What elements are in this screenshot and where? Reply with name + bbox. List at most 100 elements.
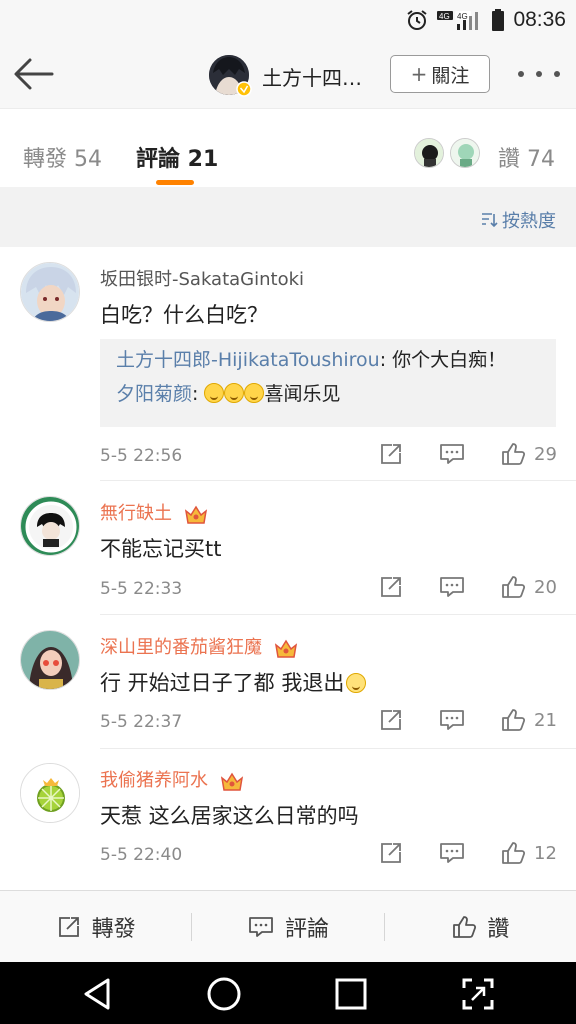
like-button[interactable]: 29 (500, 441, 557, 467)
like-count: 21 (534, 709, 557, 731)
commenter-name[interactable]: 深山里的番茄酱狂魔 (100, 633, 298, 659)
sort-by-hot-button[interactable]: 按熱度 (480, 207, 556, 233)
comment-icon[interactable] (438, 707, 466, 733)
tab-comment[interactable]: 評論 21 (136, 141, 218, 173)
comment-text: 行 开始过日子了都 我退出 (100, 667, 367, 697)
comment-text: 白吃？什么白吃？ (100, 303, 268, 327)
comment-icon (249, 916, 273, 937)
network-2-label: 4G (457, 12, 468, 21)
like-button[interactable]: 20 (500, 574, 557, 600)
dot-icon (536, 71, 542, 77)
repost-icon[interactable] (378, 707, 404, 733)
bottom-repost-label: 轉發 (91, 916, 136, 942)
divider (100, 748, 576, 749)
thumbs-up-icon (502, 443, 526, 465)
liker-avatar (450, 138, 480, 168)
battery-icon (492, 9, 505, 31)
like-count: 20 (534, 576, 557, 598)
recents-square-icon[interactable] (331, 974, 371, 1014)
tab-likes[interactable]: 讚 74 (498, 141, 555, 173)
sort-label: 按熱度 (502, 211, 556, 232)
more-options-button[interactable] (518, 62, 560, 86)
smile-emoji-icon (224, 383, 245, 403)
repost-icon[interactable] (378, 441, 404, 467)
bottom-action-bar: 轉發 評論 讚 (0, 890, 576, 962)
dot-icon (518, 71, 524, 77)
back-triangle-icon[interactable] (78, 974, 118, 1014)
liker-avatar (414, 138, 444, 168)
divider (100, 614, 576, 615)
commenter-name[interactable]: 我偷猪养阿水 (100, 766, 244, 792)
nav-title[interactable]: 土方十四… (262, 62, 362, 91)
like-button[interactable]: 12 (500, 840, 557, 866)
back-arrow-icon (14, 58, 54, 90)
signal-icon: 4G 4G (437, 11, 479, 30)
repost-icon[interactable] (378, 574, 404, 600)
follow-button[interactable]: + 關注 (390, 55, 490, 93)
comment-icon[interactable] (438, 441, 466, 467)
repost-icon[interactable] (378, 840, 404, 866)
smile-emoji-icon (244, 383, 265, 403)
reply-tail: 喜闻乐见 (264, 383, 341, 405)
active-tab-indicator (156, 180, 194, 185)
like-button[interactable]: 21 (500, 707, 557, 733)
reply-user[interactable]: 夕阳菊颜 (116, 383, 192, 405)
tab-repost[interactable]: 轉發 54 (23, 141, 102, 173)
smile-emoji-icon (204, 383, 225, 403)
reply-user[interactable]: 土方十四郎-HijikataToushirou (116, 349, 380, 371)
commenter-avatar[interactable] (20, 262, 80, 322)
bottom-comment-label: 評論 (284, 916, 329, 942)
divider (100, 480, 576, 481)
thumbs-up-icon (502, 709, 526, 731)
screenshot-expand-icon[interactable] (458, 974, 498, 1014)
reply-line: 夕阳菊颜: 喜闻乐见 (116, 377, 340, 411)
commenter-avatar[interactable] (20, 630, 80, 690)
sort-row: 按熱度 (0, 187, 576, 247)
comment-time: 5-5 22:40 (100, 845, 183, 865)
thumbs-up-icon (502, 576, 526, 598)
like-count: 29 (534, 443, 557, 465)
comment-icon[interactable] (438, 840, 466, 866)
reply-text: : 你个大白痴！ (379, 349, 507, 371)
status-time: 08:36 (513, 8, 566, 31)
follow-label: 關注 (431, 64, 470, 87)
plus-icon: + (410, 62, 428, 86)
alarm-icon (407, 10, 428, 30)
reply-line: 土方十四郎-HijikataToushirou: 你个大白痴！ (116, 343, 506, 377)
bottom-comment-button[interactable]: 評論 (192, 911, 383, 943)
member-crown-icon (274, 639, 297, 658)
back-button[interactable] (12, 54, 56, 94)
reply-text: : (192, 383, 205, 405)
home-circle-icon[interactable] (204, 974, 244, 1014)
commenter-name-text: 我偷猪养阿水 (100, 770, 208, 791)
comment-text: 不能忘记买tt (100, 537, 222, 561)
tab-bar: 轉發 54 評論 21 讚 74 (0, 108, 576, 186)
comment-icon[interactable] (438, 574, 466, 600)
reply-box[interactable]: 土方十四郎-HijikataToushirou: 你个大白痴！ 夕阳菊颜: 喜闻… (100, 339, 556, 427)
comment-text-body: 行 开始过日子了都 我退出 (100, 671, 345, 695)
thumbs-up-icon (453, 915, 477, 938)
bottom-like-label: 讚 (487, 916, 510, 942)
verified-badge-icon (236, 81, 252, 97)
comment-time: 5-5 22:37 (100, 712, 183, 732)
commenter-avatar[interactable] (20, 763, 80, 823)
bottom-like-button[interactable]: 讚 (385, 911, 576, 943)
commenter-name[interactable]: 無行缺土 (100, 499, 208, 525)
repost-icon (58, 916, 79, 937)
dot-icon (554, 71, 560, 77)
system-navigation-bar (0, 962, 576, 1024)
sort-icon (482, 213, 498, 228)
comment-text: 天惹 这么居家这么日常的吗 (100, 804, 359, 828)
member-crown-icon (220, 772, 243, 791)
status-bar: 4G 4G 08:36 (0, 0, 576, 40)
member-crown-icon (184, 505, 207, 524)
sleepy-emoji-icon (346, 673, 367, 693)
comment-actions: 21 (378, 707, 557, 733)
liker-avatars[interactable] (414, 138, 480, 168)
thumbs-up-icon (502, 842, 526, 864)
commenter-avatar[interactable] (20, 496, 80, 556)
comment-actions: 20 (378, 574, 557, 600)
bottom-repost-button[interactable]: 轉發 (0, 911, 191, 943)
comment-time: 5-5 22:56 (100, 446, 183, 466)
commenter-name[interactable]: 坂田银时-SakataGintoki (100, 265, 304, 291)
